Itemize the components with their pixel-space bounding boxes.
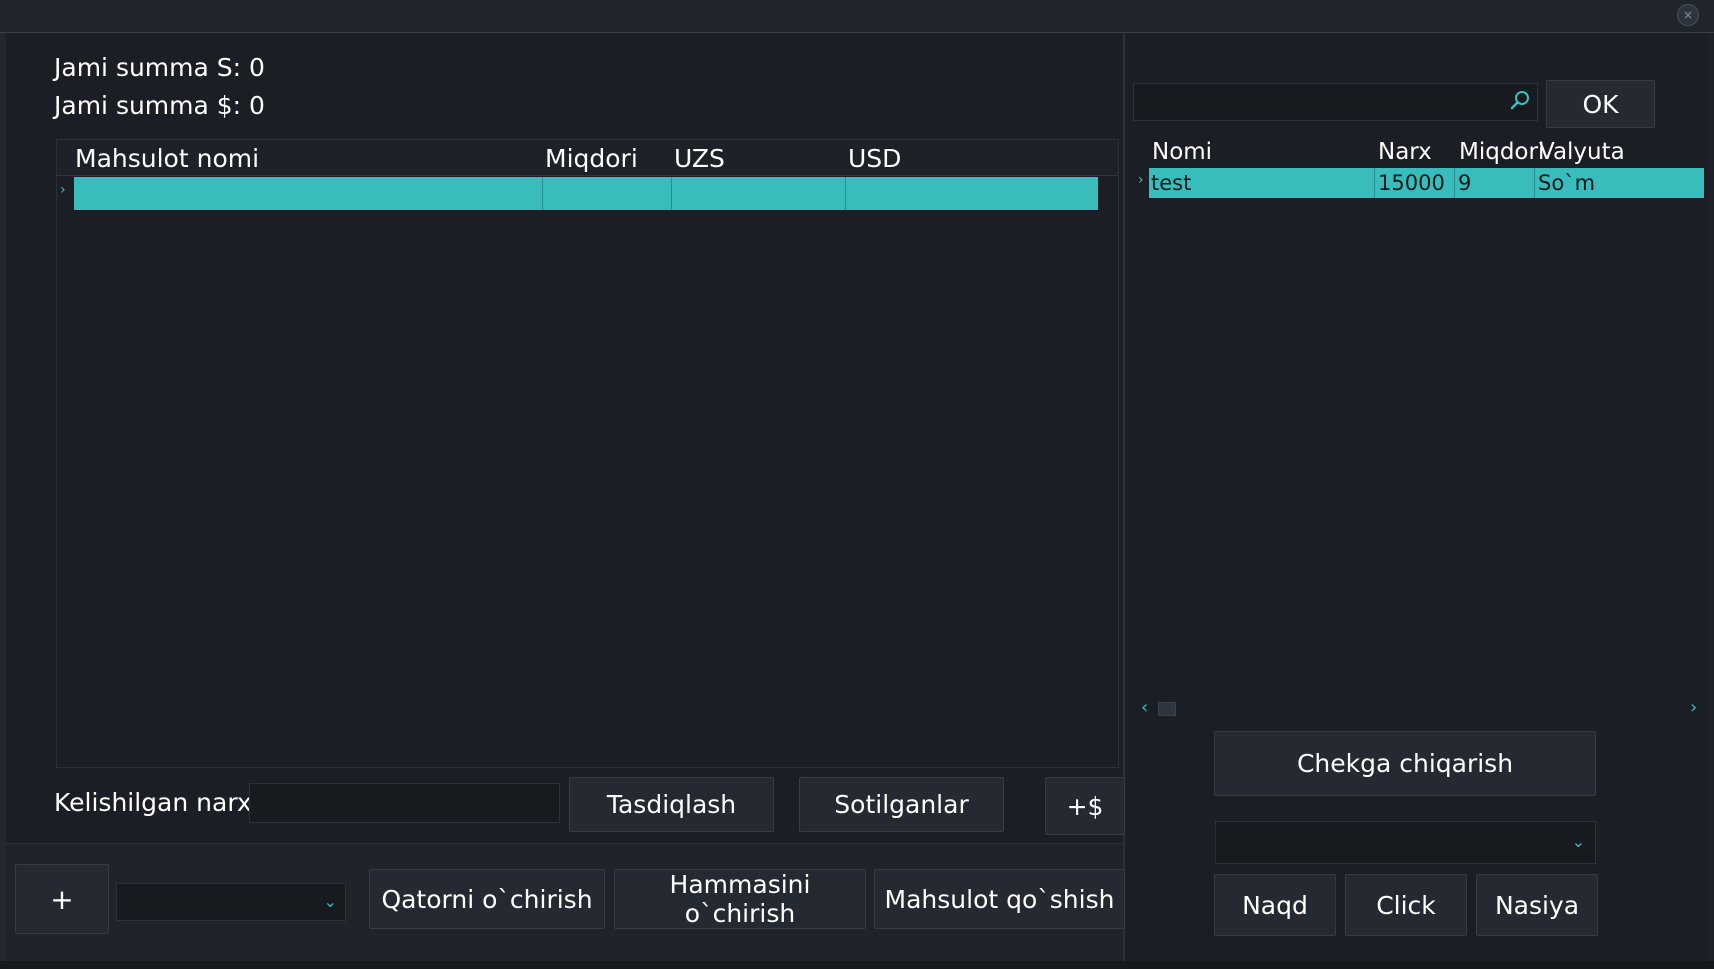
column-header-price[interactable]: Narx (1378, 134, 1432, 168)
sold-items-button[interactable]: Sotilganlar (799, 777, 1004, 832)
cart-table[interactable]: Mahsulot nomi Miqdori UZS USD › (56, 139, 1119, 768)
add-product-button-label: Mahsulot qo`shish (884, 884, 1115, 914)
cell-divider (542, 177, 543, 210)
add-button[interactable]: + (15, 864, 109, 934)
negotiated-price-input[interactable] (249, 783, 560, 823)
print-receipt-button[interactable]: Chekga chiqarish (1214, 731, 1596, 796)
delete-row-button[interactable]: Qatorni o`chirish (369, 869, 605, 929)
credit-button[interactable]: Nasiya (1476, 874, 1598, 936)
title-bar (0, 0, 1714, 33)
scroll-thumb[interactable] (1158, 702, 1176, 716)
category-dropdown[interactable]: ⌄ (116, 883, 346, 921)
horizontal-scrollbar[interactable]: ‹ › (1133, 697, 1706, 719)
product-table[interactable]: Nomi Narx Miqdori Valyuta › test 15000 9… (1133, 134, 1706, 718)
delete-row-button-label: Qatorni o`chirish (381, 884, 593, 914)
column-header-product-name[interactable]: Mahsulot nomi (75, 140, 259, 176)
cell-divider (1454, 168, 1455, 198)
confirm-button-label: Tasdiqlash (606, 790, 737, 819)
add-product-button[interactable]: Mahsulot qo`shish (874, 869, 1125, 929)
payment-type-dropdown[interactable]: ⌄ (1215, 821, 1596, 864)
cell-divider (845, 177, 846, 210)
cell-quantity[interactable]: 9 (1458, 168, 1471, 198)
chevron-down-icon: ⌄ (1571, 832, 1585, 851)
credit-button-label: Nasiya (1494, 890, 1580, 920)
window-frame-left (0, 33, 6, 969)
search-input[interactable] (1134, 84, 1510, 120)
cart-table-header: Mahsulot nomi Miqdori UZS USD (57, 140, 1118, 176)
click-payment-button-label: Click (1376, 890, 1436, 920)
search-icon[interactable] (1509, 89, 1531, 111)
sold-items-button-label: Sotilganlar (834, 790, 969, 819)
cell-divider (1374, 168, 1375, 198)
ok-button-label: OK (1582, 89, 1619, 119)
add-dollar-button[interactable]: +$ (1045, 777, 1125, 835)
delete-all-button-label: Hammasini o`chirish (669, 870, 811, 928)
table-row[interactable] (74, 177, 1098, 210)
delete-all-button[interactable]: Hammasini o`chirish (614, 869, 866, 929)
column-header-uzs[interactable]: UZS (674, 140, 725, 176)
column-header-quantity[interactable]: Miqdori (545, 140, 638, 176)
ok-button[interactable]: OK (1546, 80, 1655, 128)
cash-button-label: Naqd (1242, 890, 1308, 920)
print-receipt-button-label: Chekga chiqarish (1296, 749, 1514, 778)
column-header-usd[interactable]: USD (848, 140, 901, 176)
window-frame-bottom (0, 961, 1714, 969)
confirm-button[interactable]: Tasdiqlash (569, 777, 774, 832)
table-row[interactable]: test 15000 9 So`m (1149, 168, 1704, 198)
cell-price[interactable]: 15000 (1378, 168, 1445, 198)
column-header-currency[interactable]: Valyuta (1539, 134, 1625, 168)
click-payment-button[interactable]: Click (1345, 874, 1467, 936)
cell-divider (671, 177, 672, 210)
cell-name[interactable]: test (1151, 168, 1191, 198)
column-header-quantity[interactable]: Miqdori (1459, 134, 1544, 168)
add-dollar-button-label: +$ (1066, 791, 1104, 821)
negotiated-price-label: Kelishilgan narx (54, 788, 252, 817)
cell-divider (1534, 168, 1535, 198)
add-button-label: + (50, 882, 74, 916)
search-box[interactable] (1133, 83, 1538, 121)
row-indicator-icon: › (1138, 172, 1144, 188)
row-indicator-icon: › (60, 182, 66, 198)
window-frame-right (1707, 33, 1714, 963)
scroll-left-icon[interactable]: ‹ (1141, 697, 1148, 718)
column-header-name[interactable]: Nomi (1152, 134, 1212, 168)
scroll-right-icon[interactable]: › (1690, 697, 1697, 718)
total-sum-label: Jami summa S: 0 (54, 53, 265, 82)
total-usd-label: Jami summa $: 0 (54, 91, 265, 120)
chevron-down-icon: ⌄ (323, 892, 337, 911)
close-button[interactable]: × (1677, 4, 1699, 26)
cell-currency[interactable]: So`m (1538, 168, 1595, 198)
cash-button[interactable]: Naqd (1214, 874, 1336, 936)
